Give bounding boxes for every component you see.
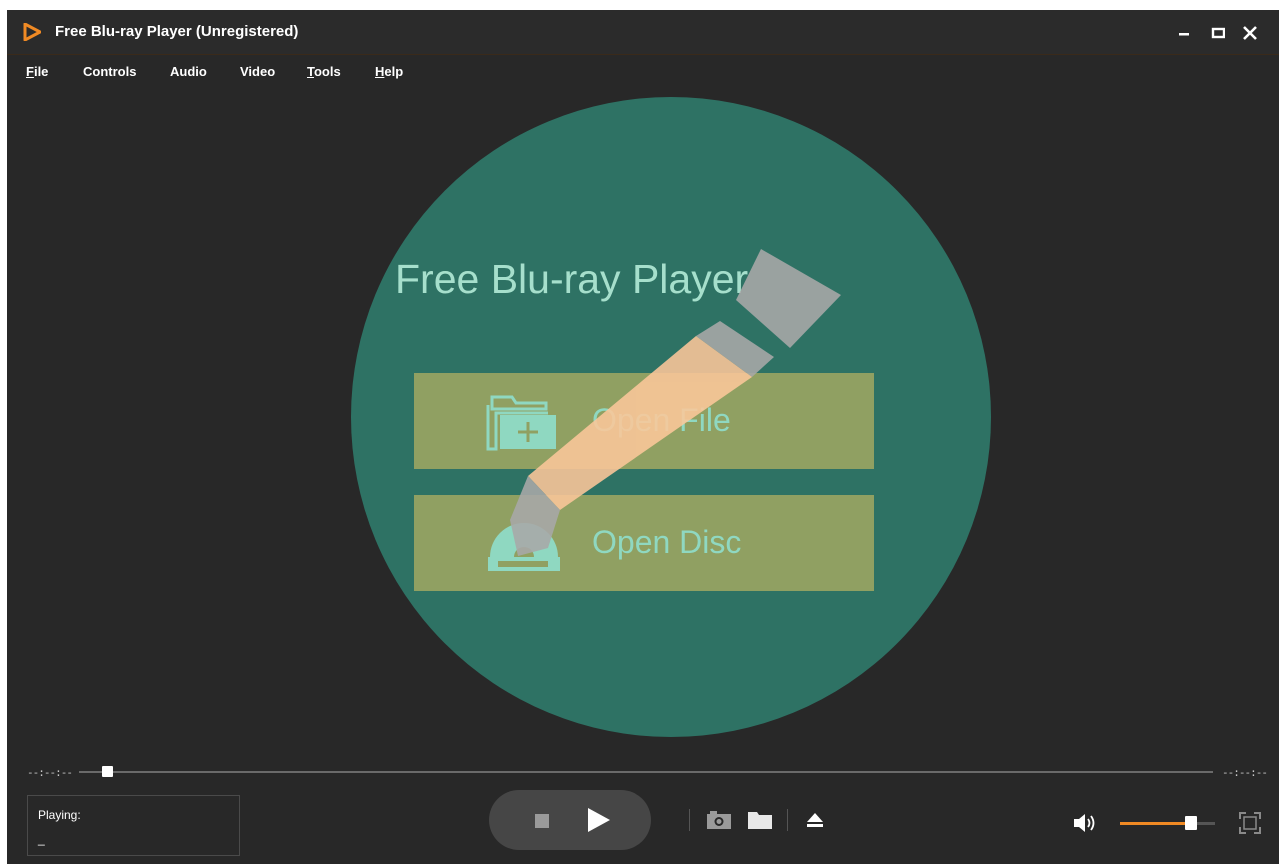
title-bar[interactable]: Free Blu-ray Player (Unregistered) (7, 10, 1279, 55)
open-file-label: Open File (592, 402, 731, 438)
open-file-button[interactable]: Open File (414, 373, 874, 469)
volume-thumb[interactable] (1185, 816, 1198, 830)
stop-icon[interactable] (535, 814, 549, 828)
total-time: --:--:-- (1222, 766, 1268, 779)
transport-pill (489, 790, 651, 850)
play-icon[interactable] (587, 807, 611, 833)
open-disc-label: Open Disc (592, 524, 742, 560)
volume-track[interactable] (1120, 822, 1215, 825)
now-playing-box: Playing: _ (27, 795, 240, 856)
folder-add-icon (486, 395, 556, 451)
menu-tools[interactable]: Tools (307, 64, 341, 79)
open-disc-button[interactable]: Open Disc (414, 495, 874, 591)
menu-controls[interactable]: Controls (83, 64, 136, 79)
menu-video[interactable]: Video (240, 64, 275, 79)
playing-label: Playing: (38, 808, 81, 822)
disc-icon (488, 523, 560, 571)
seek-thumb[interactable] (101, 766, 113, 777)
seek-bar[interactable]: --:--:-- --:--:-- (27, 760, 1268, 784)
menu-bar: File Controls Audio Video Tools Help (7, 64, 1279, 88)
close-button[interactable] (1237, 20, 1263, 46)
menu-file[interactable]: File (26, 64, 48, 79)
menu-audio[interactable]: Audio (170, 64, 207, 79)
menu-help[interactable]: Help (375, 64, 403, 79)
app-logo-icon (23, 23, 41, 41)
seek-track[interactable] (79, 771, 1213, 773)
folder-icon[interactable] (747, 810, 773, 830)
playing-value: _ (38, 832, 45, 846)
minimize-button[interactable] (1171, 20, 1197, 46)
window-title: Free Blu-ray Player (Unregistered) (55, 23, 299, 40)
separator (689, 809, 690, 831)
maximize-icon (1211, 27, 1225, 39)
speaker-icon[interactable] (1073, 813, 1099, 833)
hero-title: Free Blu-ray Player (395, 256, 749, 302)
eject-icon[interactable] (806, 812, 824, 828)
elapsed-time: --:--:-- (27, 766, 73, 779)
fullscreen-icon[interactable] (1239, 812, 1261, 834)
app-window: Free Blu-ray Player (Unregistered) File … (7, 10, 1279, 864)
camera-icon[interactable] (706, 811, 732, 830)
maximize-button[interactable] (1205, 20, 1231, 46)
volume-fill (1120, 822, 1192, 825)
minimize-icon (1179, 33, 1189, 36)
close-icon (1243, 26, 1257, 40)
separator (787, 809, 788, 831)
